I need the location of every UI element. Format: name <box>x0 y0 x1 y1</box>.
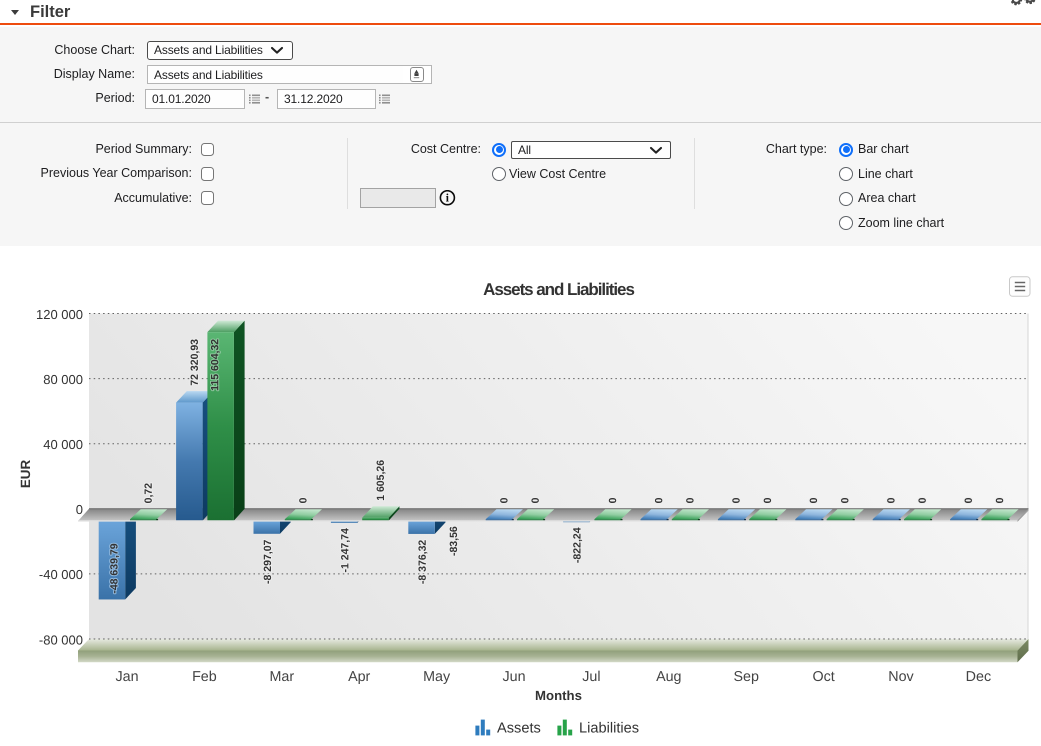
svg-text:Months: Months <box>535 688 582 703</box>
svg-text:Sep: Sep <box>733 669 758 685</box>
svg-text:Nov: Nov <box>888 669 914 685</box>
svg-text:-48 639,79: -48 639,79 <box>108 543 120 593</box>
svg-text:Liabilities: Liabilities <box>579 720 639 736</box>
svg-text:-8 376,32: -8 376,32 <box>417 540 429 585</box>
svg-text:i: i <box>446 193 450 205</box>
svg-text:Aug: Aug <box>656 669 681 685</box>
svg-text:0: 0 <box>917 497 929 503</box>
svg-text:0: 0 <box>731 497 743 503</box>
svg-text:May: May <box>423 669 451 685</box>
svg-text:0: 0 <box>762 497 774 503</box>
svg-text:115 604,32: 115 604,32 <box>209 339 221 391</box>
svg-text:0: 0 <box>76 502 83 517</box>
svg-text:Assets: Assets <box>497 720 541 736</box>
svg-text:120 000: 120 000 <box>36 307 83 322</box>
svg-text:0: 0 <box>994 497 1006 503</box>
svg-text:0: 0 <box>839 497 851 503</box>
svg-text:1 605,26: 1 605,26 <box>375 460 387 501</box>
svg-text:-80 000: -80 000 <box>39 632 83 647</box>
svg-text:-83,56: -83,56 <box>448 526 460 556</box>
svg-text:Mar: Mar <box>269 669 294 685</box>
svg-text:0: 0 <box>298 497 310 503</box>
svg-text:EUR: EUR <box>18 460 33 489</box>
svg-text:Oct: Oct <box>812 669 834 685</box>
svg-text:0,72: 0,72 <box>143 483 155 504</box>
svg-text:0: 0 <box>963 497 975 503</box>
svg-text:-822,24: -822,24 <box>572 527 584 563</box>
svg-text:80 000: 80 000 <box>43 372 83 387</box>
svg-text:Feb: Feb <box>192 669 217 685</box>
svg-text:-40 000: -40 000 <box>39 567 83 582</box>
svg-text:40 000: 40 000 <box>43 437 83 452</box>
svg-text:Assets and Liabilities: Assets and Liabilities <box>483 280 634 299</box>
svg-text:0: 0 <box>885 497 897 503</box>
svg-text:0: 0 <box>607 497 619 503</box>
svg-text:72 320,93: 72 320,93 <box>189 339 201 386</box>
svg-text:0: 0 <box>808 497 820 503</box>
svg-text:0: 0 <box>685 497 697 503</box>
svg-text:-1 247,74: -1 247,74 <box>339 528 351 573</box>
svg-text:Jun: Jun <box>502 669 525 685</box>
svg-text:0: 0 <box>653 497 665 503</box>
svg-text:0: 0 <box>498 497 510 503</box>
svg-text:Apr: Apr <box>348 669 370 685</box>
svg-text:Dec: Dec <box>966 669 991 685</box>
svg-text:-8 297,07: -8 297,07 <box>262 539 274 584</box>
svg-text:Jul: Jul <box>582 669 600 685</box>
svg-text:Jan: Jan <box>115 669 138 685</box>
svg-text:0: 0 <box>530 497 542 503</box>
